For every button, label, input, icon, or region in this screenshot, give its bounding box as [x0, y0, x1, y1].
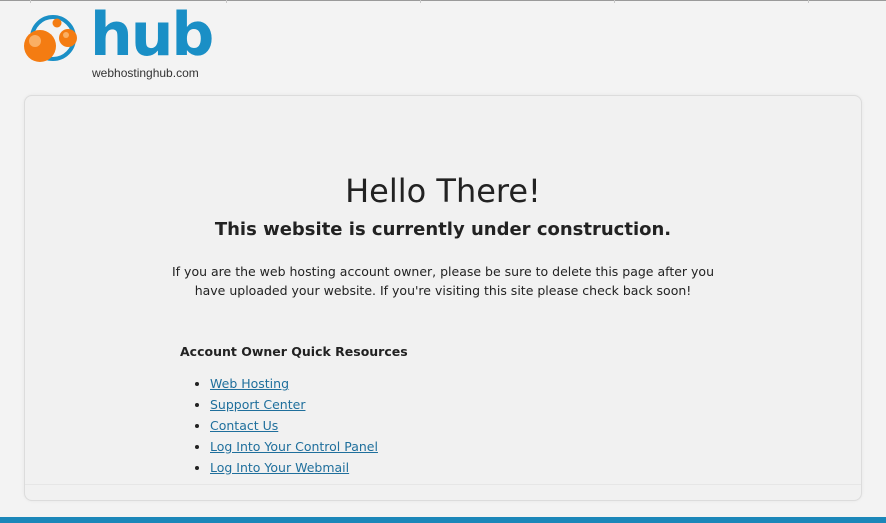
page-title: Hello There!	[345, 172, 541, 210]
construction-subtitle: This website is currently under construc…	[214, 219, 672, 240]
list-item: Log Into Your Control Panel	[210, 437, 378, 458]
contact-us-link[interactable]: Contact Us	[210, 418, 278, 433]
list-item: Log Into Your Webmail	[210, 458, 378, 479]
web-hosting-link[interactable]: Web Hosting	[210, 376, 289, 391]
support-center-link[interactable]: Support Center	[210, 397, 305, 412]
owner-notice: If you are the web hosting account owner…	[172, 264, 714, 298]
logo-wordmark: hub	[90, 0, 214, 70]
logo-domain-text: webhostinghub.com	[92, 66, 199, 80]
resources-list: Web Hosting Support Center Contact Us Lo…	[180, 374, 378, 479]
webhostinghub-logo[interactable]: hub webhostinghub.com	[20, 0, 220, 83]
webmail-link[interactable]: Log Into Your Webmail	[210, 460, 349, 475]
list-item: Web Hosting	[210, 374, 378, 395]
list-item: Support Center	[210, 395, 378, 416]
list-item: Contact Us	[210, 416, 378, 437]
panel-divider	[25, 484, 861, 485]
bottom-bar	[0, 517, 886, 523]
control-panel-link[interactable]: Log Into Your Control Panel	[210, 439, 378, 454]
hub-bubbles-icon	[24, 15, 77, 62]
resources-heading: Account Owner Quick Resources	[180, 344, 408, 359]
